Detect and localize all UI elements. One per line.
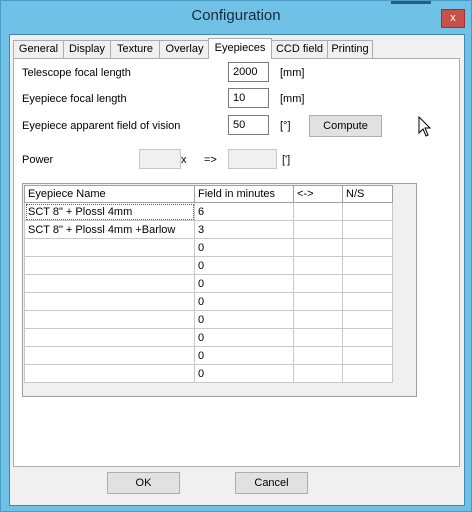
table-cell[interactable] <box>342 238 393 257</box>
ok-button[interactable]: OK <box>107 472 180 494</box>
table-cell[interactable] <box>342 292 393 311</box>
tab-printing[interactable]: Printing <box>327 40 373 58</box>
table-cell[interactable] <box>293 346 343 365</box>
table-cell[interactable]: 0 <box>194 346 294 365</box>
tab-general[interactable]: General <box>13 40 64 58</box>
table-cell[interactable] <box>342 220 393 239</box>
column-header-ns[interactable]: N/S <box>342 185 393 203</box>
tab-eyepieces[interactable]: Eyepieces <box>208 38 272 59</box>
table-row[interactable]: 0 <box>24 346 393 365</box>
tab-overlay[interactable]: Overlay <box>159 40 210 58</box>
telescope-focal-length-label: Telescope focal length <box>22 67 131 79</box>
table-cell[interactable] <box>293 310 343 329</box>
table-cell[interactable] <box>293 292 343 311</box>
telescope-focal-length-unit: [mm] <box>280 67 305 79</box>
eyepiece-focal-length-unit: [mm] <box>280 93 305 105</box>
table-cell[interactable] <box>342 256 393 275</box>
table-cell[interactable]: 3 <box>194 220 294 239</box>
table-row[interactable]: 0 <box>24 238 393 257</box>
table-cell[interactable] <box>24 346 195 365</box>
column-header-direction[interactable]: <-> <box>293 185 343 203</box>
table-cell[interactable]: 0 <box>194 256 294 275</box>
eyepiece-focal-length-label: Eyepiece focal length <box>22 93 127 105</box>
eyepiece-grid: Eyepiece Name Field in minutes <-> N/S S… <box>22 183 417 397</box>
table-cell[interactable]: SCT 8" + Plossl 4mm +Barlow <box>24 220 195 239</box>
table-cell[interactable] <box>293 220 343 239</box>
tab-ccd-field[interactable]: CCD field <box>271 40 328 58</box>
power-result-unit: ['] <box>282 154 291 166</box>
table-row[interactable]: 0 <box>24 292 393 311</box>
table-cell[interactable] <box>342 310 393 329</box>
table-row[interactable]: 0 <box>24 328 393 347</box>
table-cell[interactable]: 0 <box>194 274 294 293</box>
power-result-field <box>228 149 277 169</box>
compute-button[interactable]: Compute <box>309 115 382 137</box>
table-header-row: Eyepiece Name Field in minutes <-> N/S <box>24 185 393 203</box>
eyepiece-table: Eyepiece Name Field in minutes <-> N/S S… <box>24 185 393 383</box>
background-strip <box>391 1 431 4</box>
table-cell[interactable] <box>24 310 195 329</box>
column-header-field-minutes[interactable]: Field in minutes <box>194 185 294 203</box>
mouse-pointer-icon <box>418 116 432 137</box>
column-header-eyepiece-name[interactable]: Eyepiece Name <box>24 185 195 203</box>
table-row[interactable]: SCT 8" + Plossl 4mm 6 <box>24 202 393 221</box>
eyepiece-fov-input[interactable]: 50 <box>228 115 269 135</box>
power-arrow: => <box>204 154 217 166</box>
eyepiece-focal-length-input[interactable]: 10 <box>228 88 269 108</box>
table-cell[interactable] <box>24 328 195 347</box>
power-label: Power <box>22 154 54 166</box>
close-button[interactable]: x <box>441 9 465 28</box>
table-cell[interactable] <box>342 274 393 293</box>
cancel-button[interactable]: Cancel <box>235 472 308 494</box>
table-cell[interactable]: 0 <box>194 310 294 329</box>
table-cell[interactable] <box>342 364 393 383</box>
table-cell[interactable] <box>293 274 343 293</box>
table-cell[interactable] <box>24 274 195 293</box>
table-cell[interactable] <box>293 364 343 383</box>
tab-display[interactable]: Display <box>63 40 111 58</box>
table-cell[interactable] <box>342 202 393 221</box>
table-cell[interactable] <box>293 328 343 347</box>
power-value-field <box>139 149 181 169</box>
eyepiece-fov-unit: [°] <box>280 120 291 132</box>
table-cell[interactable] <box>24 292 195 311</box>
table-row[interactable]: 0 <box>24 364 393 383</box>
table-row[interactable]: SCT 8" + Plossl 4mm +Barlow 3 <box>24 220 393 239</box>
window-title: Configuration <box>191 7 281 24</box>
table-cell[interactable] <box>342 328 393 347</box>
eyepiece-fov-label: Eyepiece apparent field of vision <box>22 120 181 132</box>
table-cell[interactable]: 0 <box>194 328 294 347</box>
configuration-window: Configuration x General Display Texture … <box>0 0 472 512</box>
table-cell[interactable] <box>342 346 393 365</box>
table-cell[interactable] <box>293 256 343 275</box>
telescope-focal-length-input[interactable]: 2000 <box>228 62 269 82</box>
table-cell[interactable] <box>24 364 195 383</box>
table-cell[interactable]: 0 <box>194 364 294 383</box>
table-cell[interactable] <box>293 238 343 257</box>
table-cell[interactable]: 0 <box>194 292 294 311</box>
table-cell[interactable]: 0 <box>194 238 294 257</box>
table-cell[interactable] <box>24 238 195 257</box>
power-x-glyph: x <box>181 154 187 166</box>
table-row[interactable]: 0 <box>24 274 393 293</box>
tab-texture[interactable]: Texture <box>110 40 160 58</box>
table-cell[interactable] <box>24 256 195 275</box>
table-cell[interactable]: SCT 8" + Plossl 4mm <box>24 202 195 221</box>
table-row[interactable]: 0 <box>24 310 393 329</box>
table-cell[interactable] <box>293 202 343 221</box>
table-cell[interactable]: 6 <box>194 202 294 221</box>
table-row[interactable]: 0 <box>24 256 393 275</box>
